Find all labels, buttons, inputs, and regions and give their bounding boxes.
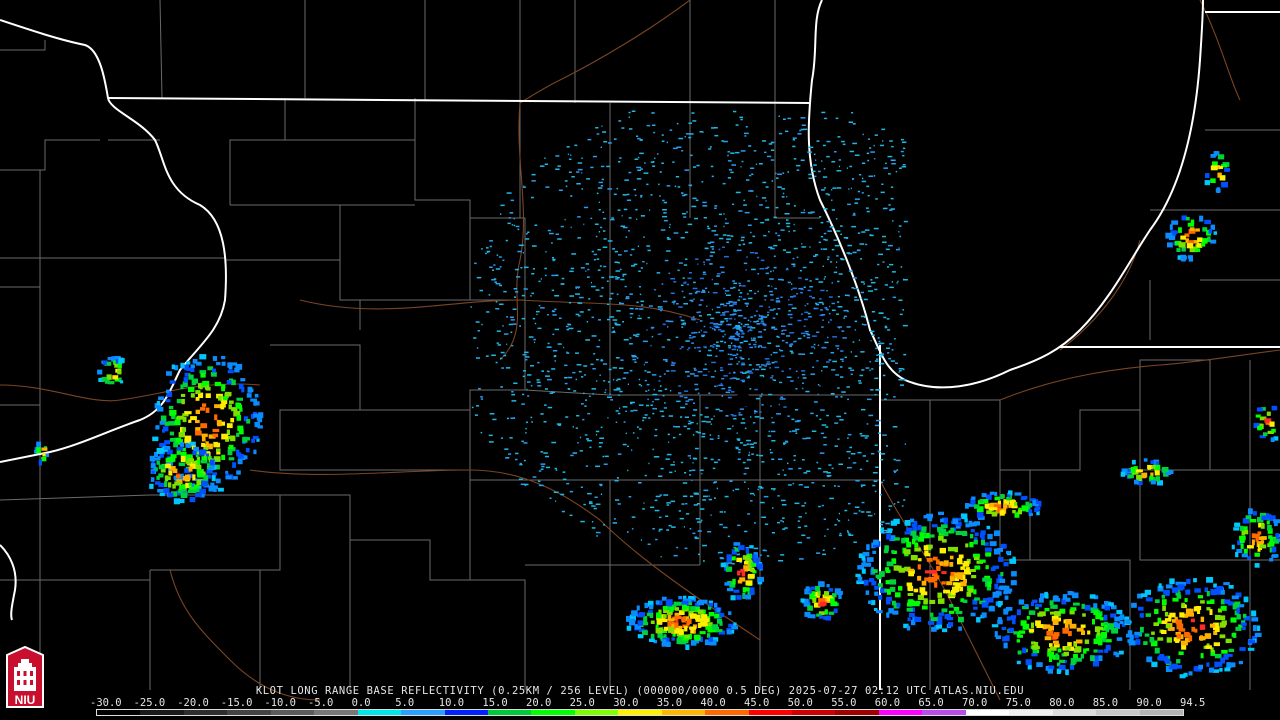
- colorbar-segment: [748, 710, 792, 715]
- scale-label: 15.0: [482, 697, 508, 709]
- radar-map: [0, 0, 1280, 720]
- colorbar-segment: [661, 710, 706, 715]
- scale-label: 90.0: [1136, 697, 1162, 709]
- scale-label: 80.0: [1049, 697, 1075, 709]
- scale-label: 60.0: [874, 697, 901, 709]
- scale-label: 45.0: [744, 697, 770, 709]
- scale-label: 10.0: [438, 697, 465, 709]
- colorbar-segment: [444, 710, 488, 715]
- colorbar-segment: [270, 710, 315, 715]
- scale-labels: -30.0 -25.0 -20.0 -15.0 -10.0 -5.0 0.0 5.0 10.0 1…: [90, 697, 1205, 709]
- scale-label: 75.0: [1005, 697, 1031, 709]
- colorbar-segment: [97, 710, 141, 715]
- colorbar-segment: [357, 710, 402, 715]
- colorbar-segment: [1009, 710, 1053, 715]
- scale-label: 35.0: [656, 697, 683, 709]
- colorbar-segment: [401, 710, 445, 715]
- scale-label: -20.0: [177, 697, 209, 709]
- scale-label: 70.0: [962, 697, 988, 709]
- scale-label: 25.0: [569, 697, 595, 709]
- scale-label: 85.0: [1092, 697, 1119, 709]
- scale-label: 94.5: [1180, 697, 1206, 709]
- scale-label: -10.0: [264, 697, 296, 709]
- scale-label: -5.0: [308, 697, 334, 709]
- scale-label: 40.0: [700, 697, 726, 709]
- scale-label: -15.0: [220, 697, 253, 709]
- scale-label: 65.0: [918, 697, 944, 709]
- colorbar-segment: [965, 710, 1010, 715]
- scale-label: 55.0: [831, 697, 857, 709]
- scale-label: 5.0: [395, 697, 415, 709]
- colorbar-segment: [1052, 710, 1097, 715]
- colorbar-segment: [878, 710, 923, 715]
- scale-label: -30.0: [90, 697, 122, 709]
- colorbar-segment: [531, 710, 575, 715]
- colorbar-segment: [487, 710, 532, 715]
- scale-label: -25.0: [133, 697, 166, 709]
- scale-label: 20.0: [526, 697, 552, 709]
- colorbar-segment: [574, 710, 619, 715]
- colorbar-segment: [922, 710, 966, 715]
- radar-site: [735, 393, 751, 407]
- colorbar-segment: [1096, 710, 1140, 715]
- scale-label: 30.0: [613, 697, 639, 709]
- colorbar-segment: [140, 710, 184, 715]
- colorbar-segment: [618, 710, 662, 715]
- niu-logo: NIU: [6, 645, 44, 708]
- colorbar-segment: [792, 710, 836, 715]
- colorbar-segment: [1139, 710, 1183, 715]
- colorbar-segment: [183, 710, 228, 715]
- scale-label: 0.0: [351, 697, 371, 709]
- product-caption: KLOT LONG RANGE BASE REFLECTIVITY (0.25K…: [255, 685, 1025, 697]
- colorbar-segment: [314, 710, 358, 715]
- colorbar-segment: [705, 710, 749, 715]
- colorbar-segment: [835, 710, 879, 715]
- scale-label: 50.0: [787, 697, 813, 709]
- colorbar-segment: [227, 710, 271, 715]
- reflectivity-colorbar: [96, 709, 1184, 716]
